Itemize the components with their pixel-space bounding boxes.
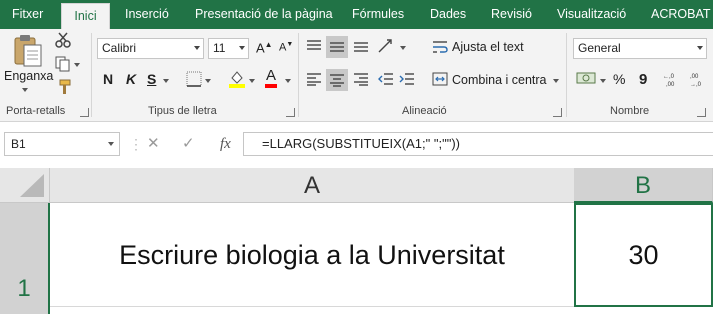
- insert-function-icon[interactable]: fx: [220, 132, 231, 156]
- align-left-icon[interactable]: [306, 72, 322, 86]
- number-format-select[interactable]: General: [573, 38, 707, 59]
- underline-dropdown-caret[interactable]: [163, 79, 169, 83]
- merge-center-button[interactable]: Combina i centra: [452, 73, 547, 87]
- font-size-select[interactable]: 11: [208, 38, 249, 59]
- cancel-icon[interactable]: ✕: [147, 132, 160, 156]
- align-center-icon[interactable]: [326, 69, 348, 91]
- tab-acrobat[interactable]: ACROBAT: [651, 0, 711, 29]
- column-header-a[interactable]: A: [50, 168, 575, 203]
- merge-center-icon[interactable]: [432, 72, 448, 86]
- clipboard-launcher[interactable]: [80, 108, 89, 117]
- font-name-select[interactable]: Calibri: [97, 38, 204, 59]
- formula-bar: B1 ⋮ ✕ ✓ fx =LLARG(SUBSTITUEIX(A1;" ";""…: [0, 122, 713, 168]
- orientation-icon[interactable]: [377, 38, 395, 54]
- decrease-decimal-icon[interactable]: ,00→,0: [689, 71, 707, 87]
- cut-icon[interactable]: [55, 32, 71, 48]
- cell-a1[interactable]: Escriure biologia a la Universitat: [50, 203, 575, 307]
- font-color-icon[interactable]: A: [265, 68, 278, 88]
- tab-view[interactable]: Visualització: [557, 0, 626, 29]
- increase-indent-icon[interactable]: [399, 72, 415, 86]
- fill-color-icon[interactable]: [228, 69, 246, 89]
- underline-button[interactable]: S: [147, 71, 156, 87]
- name-box-value: B1: [11, 137, 26, 151]
- number-launcher[interactable]: [697, 108, 706, 117]
- alignment-launcher[interactable]: [553, 108, 562, 117]
- tab-home[interactable]: Inici: [61, 3, 110, 29]
- name-box[interactable]: B1: [4, 132, 120, 156]
- enter-icon[interactable]: ✓: [182, 132, 195, 156]
- align-right-icon[interactable]: [353, 72, 369, 86]
- ribbon: Enganxa Porta-retalls Calibri 11 A▲ A▼ N…: [0, 29, 713, 122]
- decrease-font-size-icon[interactable]: A▼: [279, 41, 293, 54]
- tab-formulas[interactable]: Fórmules: [352, 0, 404, 29]
- font-size-value: 11: [213, 41, 226, 55]
- tab-page-layout[interactable]: Presentació de la pàgina: [195, 0, 333, 29]
- wrap-text-icon[interactable]: [432, 39, 448, 55]
- tab-review[interactable]: Revisió: [491, 0, 532, 29]
- font-group-label: Tipus de lletra: [148, 105, 217, 117]
- excel-window: Fitxer Inici Inserció Presentació de la …: [0, 0, 713, 314]
- borders-dropdown-caret[interactable]: [205, 79, 211, 83]
- align-bottom-icon[interactable]: [353, 39, 369, 53]
- row-header-1[interactable]: 1: [0, 203, 50, 314]
- group-separator: [566, 33, 567, 117]
- borders-icon[interactable]: [186, 71, 202, 87]
- svg-text:,00: ,00: [690, 74, 699, 80]
- fill-color-dropdown-caret[interactable]: [249, 79, 255, 83]
- accounting-format-icon[interactable]: [576, 70, 596, 86]
- align-middle-icon[interactable]: [326, 36, 348, 58]
- svg-text:→,0: →,0: [690, 82, 702, 87]
- paste-dropdown-caret[interactable]: [22, 88, 28, 92]
- increase-decimal-icon[interactable]: ←,0,00: [662, 71, 680, 87]
- select-all-triangle-icon: [20, 174, 44, 197]
- cell-b1-selected[interactable]: 30: [574, 203, 713, 307]
- paste-icon[interactable]: [12, 33, 44, 69]
- percent-style-button[interactable]: %: [613, 71, 625, 87]
- comma-style-button[interactable]: 9: [639, 71, 647, 88]
- svg-text:,00: ,00: [666, 82, 675, 87]
- copy-dropdown-caret[interactable]: [74, 63, 80, 67]
- font-launcher[interactable]: [286, 108, 295, 117]
- svg-text:←,0: ←,0: [663, 74, 675, 80]
- orientation-dropdown-caret[interactable]: [400, 46, 406, 50]
- group-separator: [91, 33, 92, 117]
- group-separator: [298, 33, 299, 117]
- formula-input[interactable]: =LLARG(SUBSTITUEIX(A1;" ";"")): [243, 132, 713, 156]
- align-top-icon[interactable]: [306, 39, 322, 53]
- accounting-dropdown-caret[interactable]: [600, 79, 606, 83]
- increase-font-size-icon[interactable]: A▲: [256, 40, 273, 55]
- number-format-value: General: [578, 41, 621, 55]
- alignment-group-label: Alineació: [402, 105, 447, 117]
- bold-button[interactable]: N: [103, 71, 113, 87]
- tab-file[interactable]: Fitxer: [12, 0, 43, 29]
- paste-button-label[interactable]: Enganxa: [4, 69, 53, 83]
- decrease-indent-icon[interactable]: [378, 72, 394, 86]
- column-header-b[interactable]: B: [574, 168, 713, 203]
- tab-insert[interactable]: Inserció: [125, 0, 169, 29]
- number-group-label: Nombre: [610, 105, 650, 117]
- clipboard-group-label: Porta-retalls: [6, 105, 66, 117]
- worksheet-grid: A B 1 Escriure biologia a la Universitat…: [0, 168, 713, 314]
- font-name-value: Calibri: [102, 41, 137, 55]
- select-all-corner[interactable]: [0, 168, 50, 203]
- copy-icon[interactable]: [55, 56, 71, 72]
- wrap-text-button[interactable]: Ajusta el text: [452, 40, 524, 54]
- formula-bar-more-icon[interactable]: ⋮: [129, 132, 143, 156]
- format-painter-icon[interactable]: [55, 79, 71, 95]
- merge-center-dropdown-caret[interactable]: [553, 79, 559, 83]
- ribbon-tab-bar: Fitxer Inici Inserció Presentació de la …: [0, 0, 713, 29]
- tab-data[interactable]: Dades: [430, 0, 466, 29]
- italic-button[interactable]: K: [126, 71, 136, 87]
- font-color-dropdown-caret[interactable]: [285, 79, 291, 83]
